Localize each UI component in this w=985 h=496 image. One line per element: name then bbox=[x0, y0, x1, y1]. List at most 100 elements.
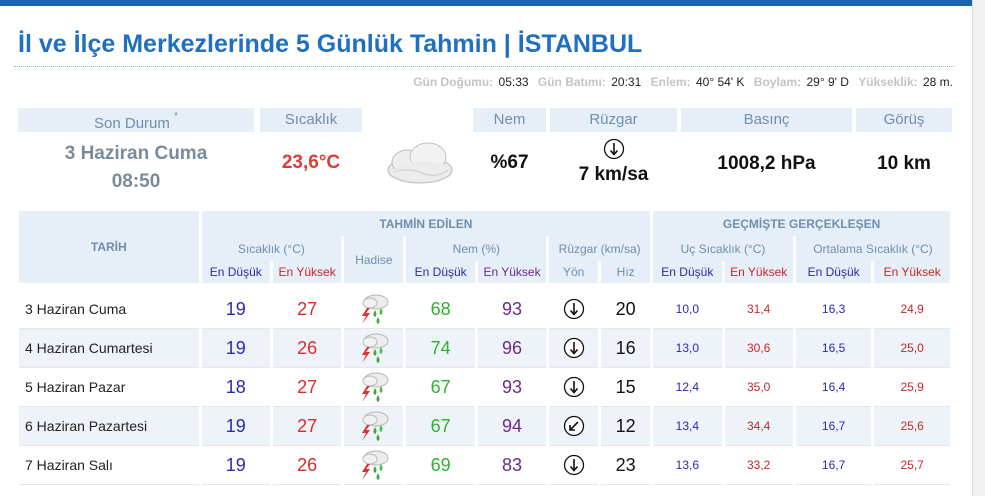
sunset-value: 20:31 bbox=[611, 75, 642, 89]
current-status-label: Son Durum bbox=[94, 115, 170, 132]
forecast-humidity-low: 68 bbox=[406, 290, 475, 329]
forecast-temp-low: 19 bbox=[201, 407, 270, 446]
forecast-humidity-low: 67 bbox=[406, 407, 475, 446]
latitude-value: 40° 54' K bbox=[695, 75, 745, 89]
forecast-wind-speed: 16 bbox=[601, 329, 651, 368]
observed-extreme-high: 31,4 bbox=[724, 290, 793, 329]
wind-speed-header: Hız bbox=[601, 261, 651, 283]
forecast-date: 6 Haziran Pazartesi bbox=[19, 407, 199, 446]
forecast-row: 4 Haziran Cumartesi 19 26 74 96 16 13,0 … bbox=[19, 329, 950, 368]
observed-avg-high: 24,9 bbox=[874, 290, 950, 329]
current-temperature: 23,6°C bbox=[281, 152, 341, 173]
page-title: İl ve İlçe Merkezlerinde 5 Günlük Tahmin… bbox=[18, 30, 642, 59]
forecast-wind-speed: 12 bbox=[601, 407, 651, 446]
current-visibility: 10 km bbox=[877, 153, 931, 174]
forecast-date: 3 Haziran Cuma bbox=[19, 290, 199, 329]
current-wind-direction bbox=[550, 138, 677, 166]
forecast-humidity-low: 74 bbox=[406, 329, 475, 368]
forecast-date: 4 Haziran Cumartesi bbox=[19, 329, 199, 368]
avg-temp-header: Ortalama Sıcaklık (°C) bbox=[795, 236, 950, 261]
forecast-humidity-high: 93 bbox=[477, 290, 547, 329]
current-humidity-header: Nem bbox=[473, 108, 546, 132]
forecast-temp-high: 26 bbox=[272, 329, 342, 368]
thunderstorm-icon bbox=[344, 407, 404, 446]
temp-low-header: En Düşük bbox=[201, 261, 270, 283]
humidity-high-header: En Yüksek bbox=[477, 261, 547, 283]
observed-avg-low: 16,4 bbox=[795, 368, 872, 407]
cloud-icon bbox=[378, 136, 458, 195]
forecast-wind-speed: 23 bbox=[601, 446, 651, 485]
observed-avg-low: 16,7 bbox=[795, 446, 872, 485]
observed-extreme-low: 10,0 bbox=[653, 290, 722, 329]
current-humidity: %67 bbox=[490, 152, 529, 173]
forecast-humidity-high: 94 bbox=[477, 407, 547, 446]
wind-header: Rüzgar (km/sa) bbox=[549, 236, 651, 261]
observed-extreme-low: 13,4 bbox=[653, 407, 722, 446]
forecast-row: 3 Haziran Cuma 19 27 68 93 20 10,0 31,4 … bbox=[19, 290, 950, 329]
arrow-down-icon bbox=[549, 368, 599, 407]
forecast-temp-high: 27 bbox=[272, 290, 342, 329]
thunderstorm-icon bbox=[344, 329, 404, 368]
observed-extreme-low: 13,6 bbox=[653, 446, 722, 485]
avg-high-header: En Yüksek bbox=[874, 261, 950, 283]
latitude-label: Enlem: bbox=[650, 75, 691, 89]
temp-high-header: En Yüksek bbox=[272, 261, 342, 283]
humidity-header: Nem (%) bbox=[406, 236, 547, 261]
title-divider bbox=[14, 66, 954, 67]
longitude-label: Boylam: bbox=[753, 75, 802, 89]
current-wind-speed: 7 km/sa bbox=[578, 164, 649, 185]
altitude-value: 28 m. bbox=[922, 75, 953, 89]
forecast-temp-low: 19 bbox=[201, 446, 270, 485]
observed-avg-high: 25,0 bbox=[874, 329, 950, 368]
current-time: 08:50 bbox=[111, 171, 161, 192]
sunrise-label: Gün Doğumu: bbox=[413, 75, 494, 89]
observed-avg-low: 16,3 bbox=[795, 290, 872, 329]
forecast-temp-high: 27 bbox=[272, 407, 342, 446]
forecast-humidity-low: 69 bbox=[406, 446, 475, 485]
observed-extreme-low: 13,0 bbox=[653, 329, 722, 368]
observed-group-header: GEÇMİŞTE GERÇEKLEŞEN bbox=[653, 211, 950, 236]
altitude-label: Yükseklik: bbox=[858, 75, 918, 89]
forecast-row: 6 Haziran Pazartesi 19 27 67 94 12 13,4 … bbox=[19, 407, 950, 446]
forecast-row: 7 Haziran Salı 19 26 69 83 23 13,6 33,2 … bbox=[19, 446, 950, 485]
forecast-date: 7 Haziran Salı bbox=[19, 446, 199, 485]
sunrise-value: 05:33 bbox=[498, 75, 529, 89]
arrow-down-icon bbox=[603, 138, 624, 160]
observed-extreme-high: 34,4 bbox=[724, 407, 793, 446]
arrow-down-icon bbox=[549, 446, 599, 485]
arrow-down-icon bbox=[549, 329, 599, 368]
predicted-group-header: TAHMİN EDİLEN bbox=[201, 211, 651, 236]
observed-avg-low: 16,7 bbox=[795, 407, 872, 446]
thunderstorm-icon bbox=[344, 368, 404, 407]
scrollbar-track[interactable] bbox=[972, 0, 985, 496]
current-status-header: Son Durum * bbox=[18, 108, 254, 132]
date-column-header: TARİH bbox=[19, 211, 199, 283]
temperature-header: Sıcaklık (°C) bbox=[201, 236, 342, 261]
observed-extreme-low: 12,4 bbox=[653, 368, 722, 407]
forecast-temp-low: 19 bbox=[201, 290, 270, 329]
current-pressure: 1008,2 hPa bbox=[717, 153, 816, 174]
forecast-humidity-high: 93 bbox=[477, 368, 547, 407]
forecast-humidity-high: 83 bbox=[477, 446, 547, 485]
event-header: Hadise bbox=[344, 236, 404, 283]
current-wind-header: Rüzgar bbox=[550, 108, 677, 132]
observed-extreme-high: 35,0 bbox=[724, 368, 793, 407]
arrow-down-left-icon bbox=[549, 407, 599, 446]
page-title-prefix: İl ve İlçe Merkezlerinde 5 Günlük Tahmin… bbox=[18, 30, 518, 58]
thunderstorm-icon bbox=[344, 290, 404, 329]
sun-info-bar: Gün Doğumu: 05:33 Gün Batımı: 20:31 Enle… bbox=[407, 75, 953, 89]
observed-avg-high: 25,7 bbox=[874, 446, 950, 485]
current-visibility-header: Görüş bbox=[856, 108, 952, 132]
thunderstorm-icon bbox=[344, 446, 404, 485]
asterisk-note: * bbox=[174, 111, 178, 122]
arrow-down-icon bbox=[549, 290, 599, 329]
forecast-temp-high: 26 bbox=[272, 446, 342, 485]
current-date: 3 Haziran Cuma bbox=[64, 143, 208, 164]
current-observation: 3 Haziran Cuma 08:50 bbox=[18, 140, 254, 196]
observed-avg-high: 25,9 bbox=[874, 368, 950, 407]
humidity-low-header: En Düşük bbox=[406, 261, 475, 283]
observed-avg-low: 16,5 bbox=[795, 329, 872, 368]
top-accent-bar bbox=[0, 0, 972, 6]
extreme-high-header: En Yüksek bbox=[724, 261, 793, 283]
longitude-value: 29° 9' D bbox=[806, 75, 849, 89]
